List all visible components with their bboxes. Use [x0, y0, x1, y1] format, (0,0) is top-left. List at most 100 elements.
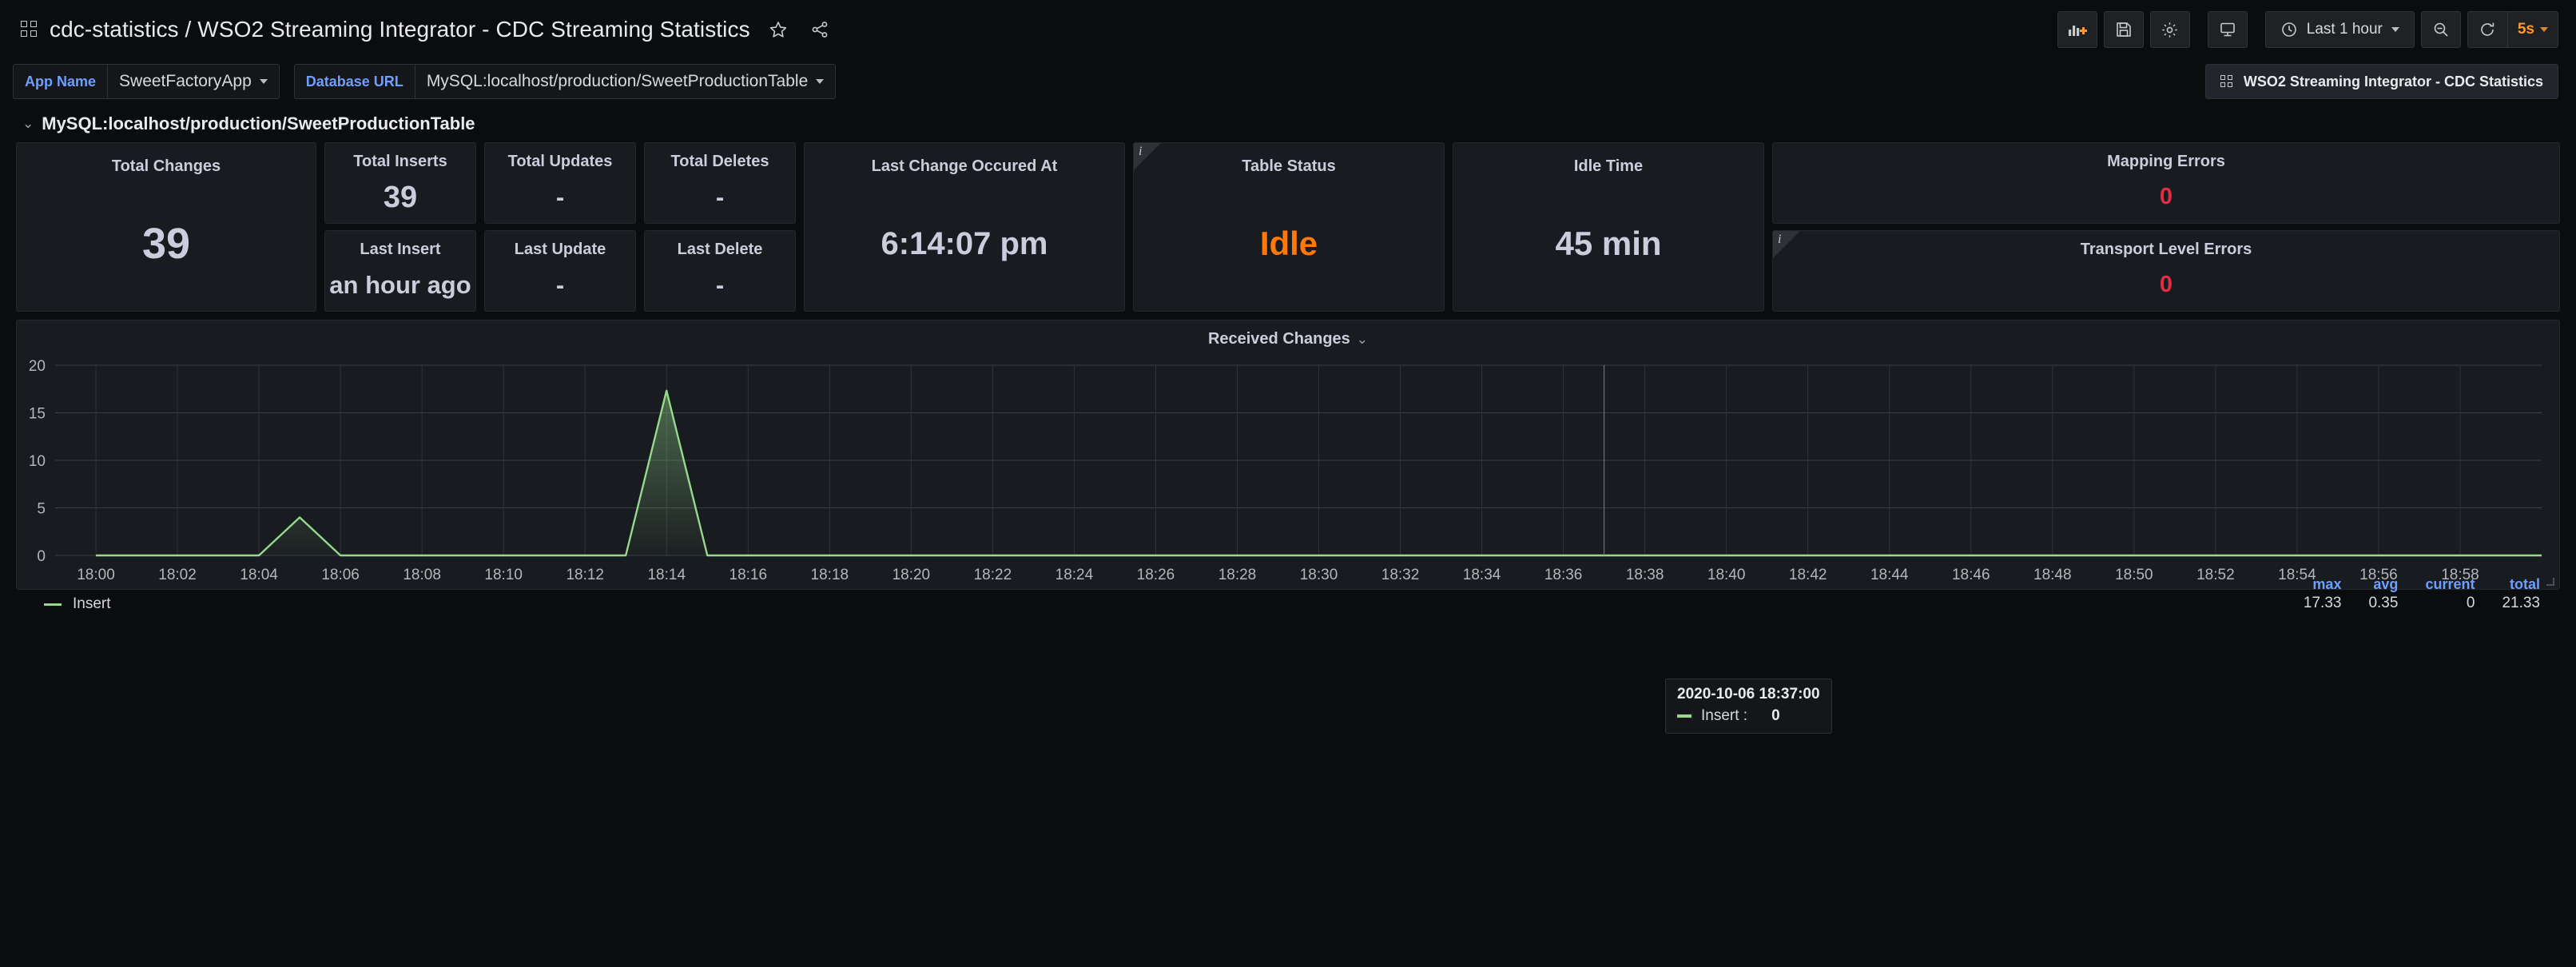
svg-text:18:50: 18:50: [2115, 567, 2153, 583]
panel-last-update-value: -: [555, 271, 565, 299]
zoom-out-button[interactable]: [2420, 11, 2461, 48]
graph-plot-area[interactable]: 0 5 10 15 20 18:00 18:02 18:04 18:06 18:08 18:10 18…: [17, 354, 2559, 589]
panel-column-inserts: Total Inserts 39 Last Insert an hour ago: [324, 142, 476, 312]
svg-text:5: 5: [37, 501, 46, 518]
refresh-interval-picker[interactable]: 5s: [2506, 11, 2558, 48]
variable-database-url: Database URL MySQL:localhost/production/…: [293, 64, 837, 99]
svg-text:18:10: 18:10: [484, 567, 523, 583]
tooltip-series-value: 0: [1771, 707, 1780, 724]
panel-mapping-errors-value: 0: [2159, 184, 2173, 209]
panel-total-updates-title: Total Updates: [507, 153, 613, 170]
chevron-down-icon: ⌄: [1356, 332, 1369, 347]
svg-text:18:18: 18:18: [811, 567, 849, 583]
panel-mapping-errors[interactable]: Mapping Errors 0: [1772, 142, 2560, 224]
panel-transport-errors-value: 0: [2159, 272, 2173, 297]
variable-app-name: App Name SweetFactoryApp: [13, 64, 280, 99]
panel-idle-time-value: 45 min: [1555, 224, 1662, 262]
svg-text:0: 0: [37, 548, 46, 565]
series-color-swatch: [44, 603, 62, 606]
row-header[interactable]: ⌄ MySQL:localhost/production/SweetProduc…: [0, 104, 2576, 142]
svg-text:18:16: 18:16: [729, 567, 768, 583]
series-color-swatch: [1677, 714, 1691, 718]
panel-column-deletes: Total Deletes - Last Delete -: [644, 142, 796, 312]
legend-stats-table: max avg current total 17.33 0.35 0 21.33: [2276, 576, 2540, 612]
panel-total-changes[interactable]: Total Changes 39: [16, 142, 316, 312]
svg-text:18:42: 18:42: [1789, 567, 1827, 583]
svg-text:10: 10: [29, 453, 46, 470]
panel-column-updates: Total Updates - Last Update -: [484, 142, 636, 312]
dashboard-link-label: WSO2 Streaming Integrator - CDC Statisti…: [2243, 73, 2543, 90]
chevron-down-icon: [259, 79, 268, 84]
template-variables-row: App Name SweetFactoryApp Database URL My…: [0, 59, 2576, 104]
panel-table-status[interactable]: i Table Status Idle: [1133, 142, 1445, 312]
panel-last-delete-value: -: [715, 271, 725, 299]
svg-text:18:22: 18:22: [974, 567, 1012, 583]
panel-total-deletes[interactable]: Total Deletes -: [644, 142, 796, 224]
svg-text:20: 20: [29, 358, 46, 375]
panel-last-change-value: 6:14:07 pm: [881, 225, 1048, 261]
star-icon[interactable]: [765, 16, 792, 43]
refresh-button[interactable]: [2467, 11, 2507, 48]
legend-stat-header-max[interactable]: max: [2276, 576, 2341, 595]
variable-database-url-select[interactable]: MySQL:localhost/production/SweetProducti…: [415, 64, 837, 99]
cycle-view-mode-button[interactable]: [2207, 11, 2248, 48]
panel-total-updates[interactable]: Total Updates -: [484, 142, 636, 224]
svg-text:18:40: 18:40: [1707, 567, 1746, 583]
legend-stat-value-current: 0: [2466, 595, 2475, 611]
panel-transport-level-errors[interactable]: i Transport Level Errors 0: [1772, 230, 2560, 312]
legend-item-insert[interactable]: Insert: [44, 595, 111, 613]
legend-stats-value-row: 17.33 0.35 0 21.33: [2276, 595, 2540, 612]
panel-received-changes[interactable]: Received Changes ⌄ 0 5 10 15 20 18:00 18:02 18:0…: [16, 320, 2560, 734]
panel-last-delete[interactable]: Last Delete -: [644, 230, 796, 312]
graph-panel-header[interactable]: Received Changes ⌄: [17, 320, 2559, 348]
panel-last-change-occured-at[interactable]: Last Change Occured At 6:14:07 pm: [804, 142, 1125, 312]
panel-transport-errors-title: Transport Level Errors: [2080, 241, 2252, 258]
svg-text:18:32: 18:32: [1381, 567, 1420, 583]
grid-icon: [2220, 74, 2234, 89]
panel-total-inserts[interactable]: Total Inserts 39: [324, 142, 476, 224]
legend-stat-header-current[interactable]: current: [2398, 576, 2475, 595]
panel-idle-time[interactable]: Idle Time 45 min: [1453, 142, 1764, 312]
info-glyph: i: [1778, 233, 1782, 246]
panel-last-update-title: Last Update: [514, 241, 606, 258]
top-navbar: cdc-statistics / WSO2 Streaming Integrat…: [0, 0, 2576, 59]
variable-database-url-label: Database URL: [293, 64, 415, 99]
breadcrumb[interactable]: cdc-statistics / WSO2 Streaming Integrat…: [50, 17, 750, 42]
variable-app-name-label: App Name: [13, 64, 109, 99]
tooltip-series-row: Insert : 0: [1677, 707, 1820, 725]
graph-panel-title: Received Changes: [1207, 330, 1350, 348]
save-dashboard-button[interactable]: [2103, 11, 2144, 48]
svg-text:18:34: 18:34: [1463, 567, 1501, 583]
svg-text:18:52: 18:52: [2196, 567, 2235, 583]
svg-text:18:02: 18:02: [158, 567, 197, 583]
svg-text:18:36: 18:36: [1544, 567, 1583, 583]
time-range-label: Last 1 hour: [2306, 21, 2383, 38]
dashboard-link-button[interactable]: WSO2 Streaming Integrator - CDC Statisti…: [2204, 64, 2558, 99]
svg-text:18:04: 18:04: [240, 567, 278, 583]
legend-stat-header-total[interactable]: total: [2475, 576, 2540, 595]
legend-series-label: Insert: [73, 595, 111, 612]
panel-resize-handle[interactable]: [2546, 578, 2554, 586]
dashboard-settings-button[interactable]: [2149, 11, 2190, 48]
svg-text:18:24: 18:24: [1055, 567, 1094, 583]
variable-database-url-value: MySQL:localhost/production/SweetProducti…: [426, 72, 809, 90]
share-icon[interactable]: [806, 16, 833, 43]
panel-info-icon[interactable]: i: [1773, 231, 1800, 258]
panel-total-inserts-value: 39: [383, 180, 418, 214]
panel-last-insert[interactable]: Last Insert an hour ago: [324, 230, 476, 312]
panel-info-icon[interactable]: i: [1134, 143, 1161, 170]
panel-idle-time-title: Idle Time: [1573, 157, 1644, 175]
svg-text:18:26: 18:26: [1137, 567, 1175, 583]
graph-svg: 0 5 10 15 20 18:00 18:02 18:04 18:06 18:08 18:10 18…: [29, 358, 2542, 583]
tooltip-series-name: Insert :: [1701, 707, 1748, 724]
legend-stat-header-avg[interactable]: avg: [2341, 576, 2398, 595]
add-panel-button[interactable]: [2057, 11, 2097, 48]
time-range-picker[interactable]: Last 1 hour: [2264, 11, 2415, 48]
legend-stat-value-total: 21.33: [2502, 595, 2540, 611]
panel-last-update[interactable]: Last Update -: [484, 230, 636, 312]
chevron-down-icon: [816, 79, 825, 84]
panel-mapping-errors-title: Mapping Errors: [2107, 153, 2225, 170]
panel-last-change-title: Last Change Occured At: [871, 157, 1058, 175]
legend-stat-value-avg: 0.35: [2368, 595, 2399, 611]
variable-app-name-select[interactable]: SweetFactoryApp: [108, 64, 280, 99]
